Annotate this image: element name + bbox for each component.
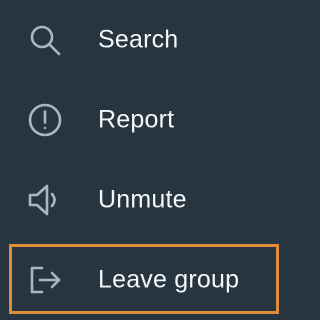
menu-item-search[interactable]: Search [0, 0, 320, 80]
exit-icon [26, 261, 64, 299]
alert-circle-icon [26, 101, 64, 139]
menu-item-label: Search [98, 25, 179, 54]
overflow-menu: Search Report Unmute Leave group [0, 0, 320, 314]
speaker-icon [26, 181, 64, 219]
menu-item-label: Unmute [98, 185, 187, 214]
menu-item-label: Leave group [98, 265, 240, 294]
menu-item-unmute[interactable]: Unmute [0, 160, 320, 240]
menu-item-report[interactable]: Report [0, 80, 320, 160]
search-icon [26, 21, 64, 59]
menu-item-label: Report [98, 105, 175, 134]
menu-item-leave-group[interactable]: Leave group [0, 240, 320, 320]
